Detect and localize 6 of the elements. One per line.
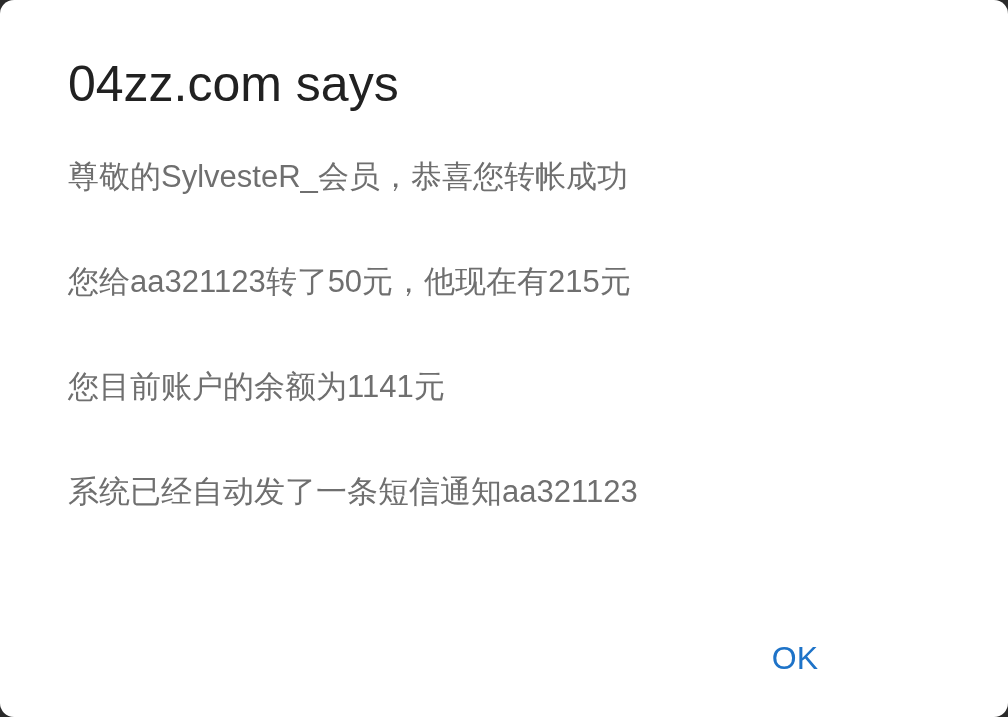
message-text: 您给aa321123转了50元，他现在有215元 <box>68 263 632 301</box>
message-text: 系统已经自动发了一条短信通知aa321123 <box>68 473 639 511</box>
message-text: 尊敬的SylvesteR_会员，恭喜您转帐成功 <box>68 158 629 196</box>
dialog-title: 04zz.com says <box>68 55 400 114</box>
ok-button[interactable]: OK <box>767 636 822 681</box>
message-text: 您目前账户的余额为1141元 <box>68 368 446 406</box>
